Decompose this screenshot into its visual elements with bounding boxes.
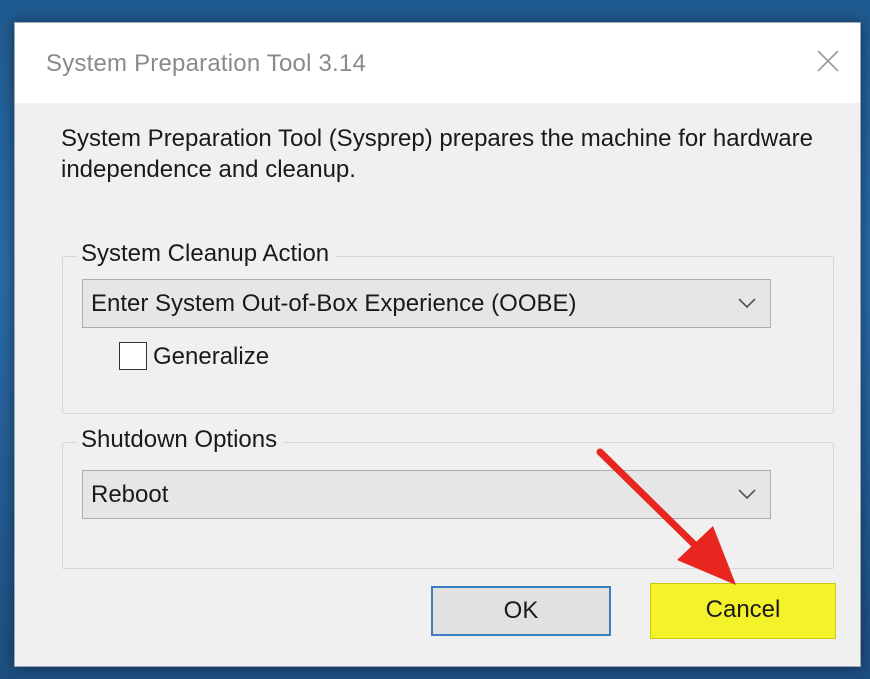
close-button[interactable] bbox=[806, 41, 850, 81]
shutdown-options-legend: Shutdown Options bbox=[77, 426, 284, 454]
title-bar: System Preparation Tool 3.14 bbox=[15, 23, 860, 103]
ok-button[interactable]: OK bbox=[431, 586, 611, 636]
dialog-description: System Preparation Tool (Sysprep) prepar… bbox=[61, 125, 813, 183]
system-cleanup-group: System Cleanup Action Enter System Out-o… bbox=[62, 240, 834, 414]
system-cleanup-legend: System Cleanup Action bbox=[77, 240, 336, 268]
generalize-checkbox[interactable] bbox=[119, 342, 147, 370]
cleanup-action-dropdown[interactable]: Enter System Out-of-Box Experience (OOBE… bbox=[82, 279, 771, 328]
shutdown-options-group: Shutdown Options Reboot bbox=[62, 426, 834, 569]
sysprep-dialog: System Preparation Tool 3.14 System Prep… bbox=[14, 22, 861, 667]
close-icon bbox=[817, 50, 839, 72]
generalize-label[interactable]: Generalize bbox=[153, 343, 269, 371]
cleanup-action-value: Enter System Out-of-Box Experience (OOBE… bbox=[91, 290, 577, 317]
window-title: System Preparation Tool 3.14 bbox=[46, 50, 367, 77]
chevron-down-icon bbox=[738, 298, 756, 309]
cancel-button[interactable]: Cancel bbox=[650, 583, 836, 639]
shutdown-options-value: Reboot bbox=[91, 481, 169, 508]
shutdown-options-dropdown[interactable]: Reboot bbox=[82, 470, 771, 519]
chevron-down-icon bbox=[738, 489, 756, 500]
